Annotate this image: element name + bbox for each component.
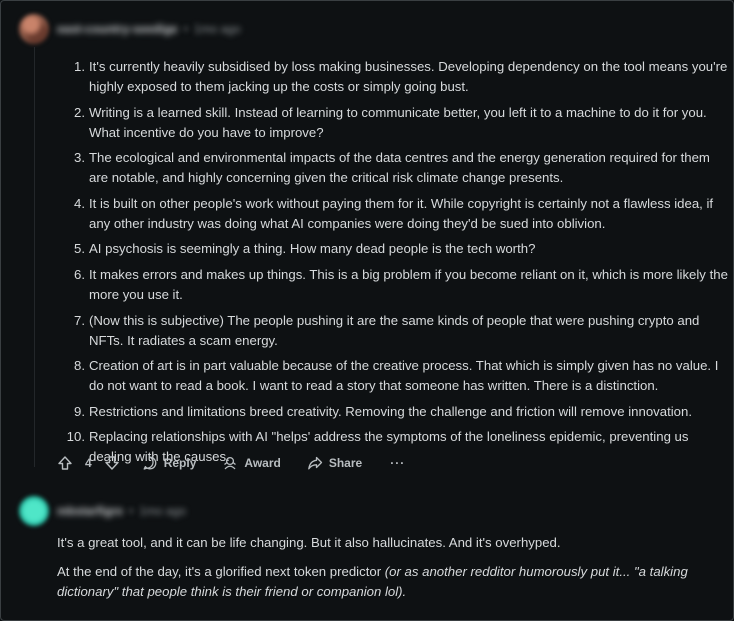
comment-1-list: 1. It's currently heavily subsidised by l… — [59, 57, 731, 473]
comment-2-body: It's a great tool, and it can be life ch… — [57, 533, 727, 611]
username[interactable]: mbstarfigre — [57, 504, 123, 518]
list-number: 7. — [74, 312, 85, 328]
comment-paragraph: It's a great tool, and it can be life ch… — [57, 533, 727, 553]
list-number: 3. — [74, 150, 85, 166]
list-text: AI psychosis is seemingly a thing. How m… — [89, 241, 536, 257]
list-item: 2. Writing is a learned skill. Instead of… — [59, 103, 731, 143]
list-item: 3. The ecological and environmental impac… — [59, 148, 731, 188]
vote-count: 4 — [85, 456, 92, 470]
list-number: 1. — [74, 59, 85, 74]
list-item: 1. It's currently heavily subsidised by l… — [59, 57, 731, 97]
list-text: It makes errors and makes up things. Thi… — [89, 266, 728, 302]
list-number: 8. — [74, 358, 85, 374]
list-text: Restrictions and limitations breed creat… — [89, 403, 693, 419]
share-label: Share — [328, 456, 363, 470]
comment-thread-frame: east-country-seedige • 1mo ago 1. It's cu… — [0, 0, 734, 621]
award-button[interactable]: Award — [222, 455, 281, 471]
list-number: 5. — [74, 241, 85, 257]
list-text: It's currently heavily subsidised by los… — [89, 59, 728, 94]
list-item: 6. It makes errors and makes up things. T… — [59, 265, 731, 305]
user-avatar[interactable] — [19, 496, 49, 526]
list-item: 5. AI psychosis is seemingly a thing. How… — [59, 239, 731, 259]
comment-1-actions: 4 Reply Award Share ··· — [57, 452, 405, 474]
list-number: 9. — [74, 403, 85, 419]
more-options-button[interactable]: ··· — [390, 456, 405, 470]
more-icon: ··· — [390, 456, 406, 470]
downvote-icon[interactable] — [104, 455, 120, 471]
award-label: Award — [244, 456, 281, 470]
timestamp: 1mo ago — [139, 504, 186, 518]
list-item: 7. (Now this is subjective) The people pu… — [59, 311, 731, 351]
reply-label: Reply — [163, 456, 197, 470]
share-icon — [307, 455, 323, 471]
list-text: The ecological and environmental impacts… — [89, 150, 710, 186]
user-avatar[interactable] — [19, 14, 49, 44]
username[interactable]: east-country-seedige — [57, 22, 178, 36]
list-item: 8. Creation of art is in part valuable be… — [59, 356, 731, 396]
paragraph-text: It's a great tool, and it can be life ch… — [57, 535, 561, 550]
list-number: 10. — [66, 429, 85, 445]
list-text: (Now this is subjective) The people push… — [89, 312, 700, 348]
list-item: 4. It is built on other people's work wit… — [59, 194, 731, 234]
vote-group: 4 — [57, 455, 120, 471]
list-item: 9. Restrictions and limitations breed cre… — [59, 402, 731, 422]
award-icon — [222, 455, 238, 471]
list-number: 2. — [74, 104, 85, 120]
comment-paragraph: At the end of the day, it's a glorified … — [57, 562, 727, 602]
share-button[interactable]: Share — [307, 455, 362, 471]
list-text: Writing is a learned skill. Instead of l… — [89, 104, 707, 140]
comment-2-header: mbstarfigre • 1mo ago — [19, 495, 186, 527]
thread-line[interactable] — [34, 47, 35, 467]
list-text: It is built on other people's work witho… — [89, 195, 714, 231]
upvote-icon[interactable] — [57, 455, 73, 471]
reply-button[interactable]: Reply — [142, 455, 197, 471]
list-number: 6. — [74, 266, 85, 282]
separator-dot: • — [183, 22, 188, 36]
reply-icon — [142, 455, 158, 471]
timestamp: 1mo ago — [193, 22, 241, 36]
list-number: 4. — [74, 195, 85, 211]
paragraph-text: At the end of the day, it's a glorified … — [57, 564, 385, 579]
list-text: Creation of art is in part valuable beca… — [89, 358, 719, 394]
comment-1-header: east-country-seedige • 1mo ago — [19, 13, 241, 45]
separator-dot: • — [129, 504, 134, 518]
